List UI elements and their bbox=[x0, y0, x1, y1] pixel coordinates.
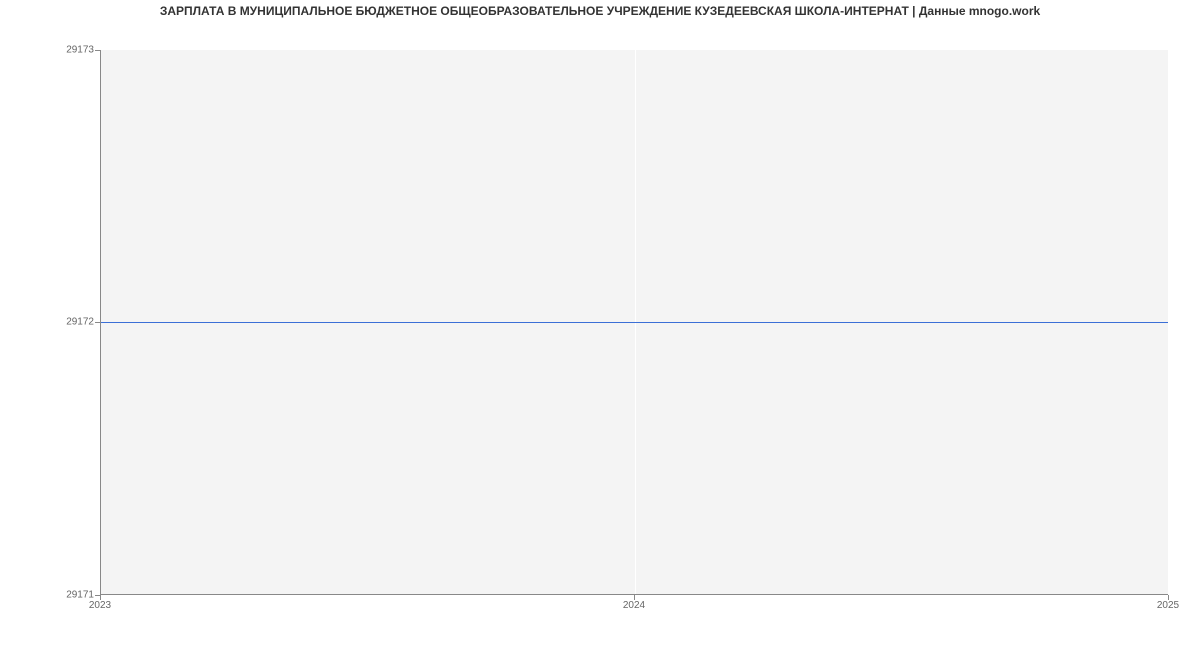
y-tick-label: 29171 bbox=[4, 590, 94, 601]
series-line-salary bbox=[101, 322, 1168, 323]
x-tick-label: 2023 bbox=[89, 600, 111, 611]
chart-container: ЗАРПЛАТА В МУНИЦИПАЛЬНОЕ БЮДЖЕТНОЕ ОБЩЕО… bbox=[0, 0, 1200, 650]
y-tick-label: 29173 bbox=[4, 45, 94, 56]
chart-title: ЗАРПЛАТА В МУНИЦИПАЛЬНОЕ БЮДЖЕТНОЕ ОБЩЕО… bbox=[0, 4, 1200, 18]
x-tick-label: 2024 bbox=[623, 600, 645, 611]
plot-area bbox=[100, 50, 1168, 595]
x-tick-mark bbox=[1168, 595, 1169, 600]
x-tick-mark bbox=[634, 595, 635, 600]
x-tick-mark bbox=[100, 595, 101, 600]
y-tick-label: 29172 bbox=[4, 317, 94, 328]
x-tick-label: 2025 bbox=[1157, 600, 1179, 611]
